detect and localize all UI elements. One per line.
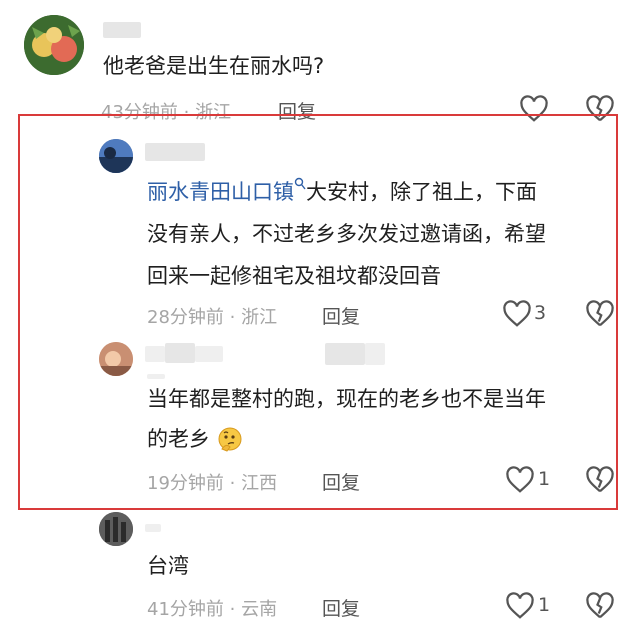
dislike-broken-heart-icon[interactable] <box>585 300 615 328</box>
building-avatar-image <box>99 512 133 546</box>
like-heart-icon[interactable] <box>502 300 532 328</box>
comment-text-line: 的老乡 <box>147 427 210 451</box>
avatar[interactable] <box>99 139 133 173</box>
comment-text: 丽水青田山口镇 大安村，除了祖上，下面 <box>147 174 537 211</box>
avatar[interactable] <box>99 512 133 546</box>
reply-target-redacted <box>365 343 385 365</box>
reply-button[interactable]: 回复 <box>322 302 360 329</box>
comment-text: 台湾 <box>147 554 189 578</box>
like-heart-icon[interactable] <box>505 466 535 494</box>
sunset-avatar-image <box>99 342 133 376</box>
comment-meta: 28分钟前 · 浙江 <box>147 307 278 328</box>
like-heart-icon[interactable] <box>505 592 535 620</box>
like-count: 3 <box>534 302 547 324</box>
username-redacted <box>165 343 195 363</box>
comment-meta: 19分钟前 · 江西 <box>147 473 278 494</box>
search-icon <box>294 177 306 190</box>
reply-button[interactable]: 回复 <box>322 468 360 495</box>
comment-text-line: 没有亲人，不过老乡多次发过邀请函，希望 <box>147 222 546 246</box>
username-redacted <box>103 22 141 38</box>
like-count: 1 <box>538 594 551 616</box>
comment-text: 他老爸是出生在丽水吗? <box>103 54 325 78</box>
location-link[interactable]: 丽水青田山口镇 <box>147 180 294 204</box>
username-redacted <box>195 346 223 362</box>
username-redacted <box>145 346 165 362</box>
avatar[interactable] <box>99 342 133 376</box>
reply-target-redacted <box>325 343 365 365</box>
avatar[interactable] <box>24 15 84 75</box>
reply-button[interactable]: 回复 <box>322 594 360 621</box>
thinking-face-emoji <box>218 427 242 452</box>
username-redacted <box>145 524 161 532</box>
fruit-avatar-image <box>24 15 84 75</box>
landscape-avatar-image <box>99 139 133 173</box>
dislike-broken-heart-icon[interactable] <box>585 592 615 620</box>
username-redacted <box>145 143 205 161</box>
comment-meta: 41分钟前 · 云南 <box>147 599 278 620</box>
comment-text-rest: 大安村，除了祖上，下面 <box>306 180 537 204</box>
comment-text: 的老乡 <box>147 421 243 458</box>
comment-text-line: 回来一起修祖宅及祖坟都没回音 <box>147 264 441 288</box>
redaction-mark <box>147 374 165 379</box>
dislike-broken-heart-icon[interactable] <box>585 466 615 494</box>
like-count: 1 <box>538 468 551 490</box>
comment-text-line: 当年都是整村的跑，现在的老乡也不是当年 <box>147 387 546 411</box>
